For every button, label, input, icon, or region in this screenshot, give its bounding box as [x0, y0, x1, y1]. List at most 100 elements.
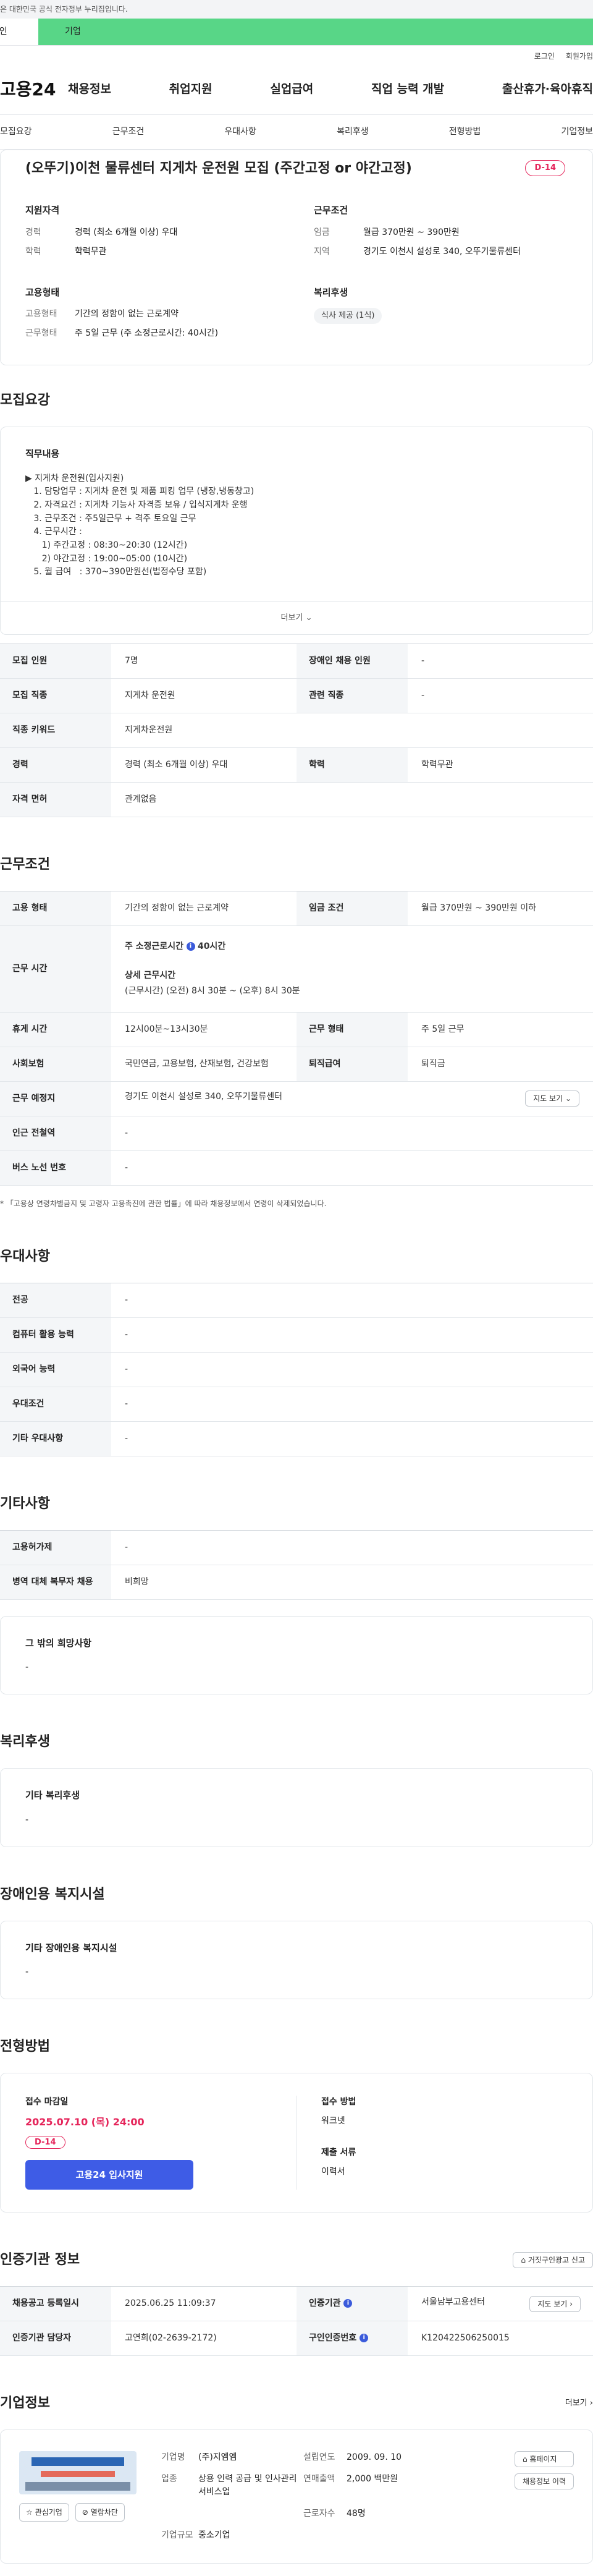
table-header-cell: 퇴직급여: [296, 1047, 408, 1082]
apply-button[interactable]: 고용24 입사지원: [25, 2160, 193, 2190]
table-cell: K120422506250015: [408, 2321, 593, 2356]
table-header-cell: 컴퓨터 활용 능력: [0, 1317, 111, 1353]
favorite-company-button[interactable]: ☆ 관심기업: [19, 2503, 69, 2522]
report-button[interactable]: ⌂ 거짓구인광고 신고: [513, 2251, 593, 2268]
table-header-cell: 근무 시간: [0, 925, 111, 1013]
table-header-cell: 휴게 시간: [0, 1012, 111, 1047]
table-header-cell: 기타 우대사항: [0, 1421, 111, 1456]
section-welfare: 복리후생 기타 복리후생 -: [0, 1732, 593, 1847]
table-cell: -: [111, 1387, 593, 1422]
job-summary-card: (오뚜기)이천 물류센터 지게차 운전원 모집 (주간고정 or 야간고정) D…: [0, 150, 593, 365]
info-icon[interactable]: i: [186, 942, 195, 951]
kv-value: 월급 370만원 ~ 390만원: [363, 227, 460, 237]
disability-card-value: -: [25, 1967, 29, 1977]
signup-link[interactable]: 회원가입: [566, 51, 593, 64]
duty-card: 직무내용 ▶ 지게차 운전원(입사지원) 1. 담당업무 : 지게차 운전 및 …: [0, 427, 593, 635]
section-recruit: 모집요강 직무내용 ▶ 지게차 운전원(입사지원) 1. 담당업무 : 지게차 …: [0, 390, 593, 817]
agency-org-cell: 서울남부고용센터 지도 보기 ›: [408, 2286, 593, 2321]
etc-table: 고용허가제 - 병역 대체 복무자 채용 비희망: [0, 1529, 593, 1600]
tab-business[interactable]: 기업: [38, 19, 593, 45]
homepage-button[interactable]: ⌂ 홈페이지: [514, 2451, 574, 2467]
gnb-item-parental-leave[interactable]: 출산휴가·육아휴직: [502, 80, 593, 98]
more-button[interactable]: 더보기 ⌄: [1, 601, 592, 634]
info-icon[interactable]: i: [343, 2299, 353, 2308]
gnb-item-training[interactable]: 직업 능력 개발: [371, 80, 444, 98]
table-header-cell: 자격 면허: [0, 782, 111, 817]
apply-deadline-block: 접수 마감일 2025.07.10 (목) 24:00 D-14 고용24 입사…: [25, 2096, 296, 2190]
block-company-button[interactable]: ⊘ 열람차단: [75, 2503, 125, 2522]
site-logo[interactable]: 고용24: [0, 77, 68, 103]
summary-welfare-title: 복리후생: [314, 286, 348, 298]
company-header: 기업정보 더보기 ›: [0, 2393, 593, 2413]
logo-shape: [41, 2471, 115, 2477]
anchor-tab-welfare[interactable]: 복리후생: [337, 125, 369, 138]
summary-qual-title: 지원자격: [25, 205, 60, 216]
summary-employment: 고용형태 고용형태 기간의 정함이 없는 근로계약 근무형태 주 5일 근무 (주 …: [25, 286, 277, 347]
anchor-tab-pref[interactable]: 우대사항: [224, 125, 256, 138]
table-row: 컴퓨터 활용 능력 -: [0, 1317, 593, 1353]
info-value: 2009. 09. 10: [347, 2452, 402, 2462]
apply-method-block: 접수 방법 워크넷 제출 서류 이력서: [296, 2096, 568, 2190]
anchor-tab-work[interactable]: 근무조건: [112, 125, 145, 138]
anchor-tab-company[interactable]: 기업정보: [561, 125, 593, 138]
work-place-cell: 경기도 이천시 설성로 340, 오뚜기물류센터 지도 보기 ⌄: [111, 1081, 593, 1116]
gnb-item-unemployment[interactable]: 실업급여: [270, 80, 313, 98]
agency-map-button[interactable]: 지도 보기 ›: [529, 2295, 581, 2312]
section-apply: 전형방법 접수 마감일 2025.07.10 (목) 24:00 D-14 고용…: [0, 2036, 593, 2213]
duty-line: 2. 자격요건 : 지게차 기능사 자격증 보유 / 입식지게차 운행: [25, 499, 248, 510]
header-label: 구인인증번호: [309, 2333, 357, 2343]
company-more-link[interactable]: 더보기 ›: [565, 2397, 593, 2410]
pref-table: 전공 - 컴퓨터 활용 능력 - 외국어 능력 - 우대조건 - 기타 우대사항 -: [0, 1282, 593, 1456]
info-key: 설립연도: [303, 2452, 335, 2462]
info-value: (주)지엠엠: [198, 2452, 237, 2462]
info-value: 2,000 백만원: [347, 2474, 398, 2484]
company-actions: ⌂ 홈페이지 채용정보 이력: [514, 2451, 574, 2542]
table-cell: -: [111, 1421, 593, 1456]
company-logo-area: ☆ 관심기업 ⊘ 열람차단: [19, 2451, 137, 2542]
table-cell: 국민연금, 고용보험, 산재보험, 건강보험: [111, 1047, 296, 1082]
tab-personal[interactable]: 개인: [0, 19, 38, 45]
section-company: 기업정보 더보기 › ☆ 관심기업 ⊘ 열람차단 기업명 (주)지엠엠 설립연도 2…: [0, 2393, 593, 2564]
summary-row: 고용형태 기간의 정함이 없는 근로계약: [25, 308, 277, 321]
section-title: 근무조건: [0, 856, 50, 872]
summary-qualification: 지원자격 경력 경력 (최소 6개월 이상) 우대 학력 학력무관: [25, 203, 277, 265]
table-header-cell: 전공: [0, 1283, 111, 1318]
info-icon[interactable]: i: [360, 2334, 369, 2342]
gnb-item-jobs[interactable]: 채용정보: [68, 80, 111, 98]
home-icon: ⌂: [522, 2455, 528, 2463]
other-jobs-button[interactable]: 채용정보 이력: [514, 2473, 574, 2489]
table-header-cell: 고용 형태: [0, 891, 111, 926]
table-row: 자격 면허 관계없음: [0, 782, 593, 817]
tab-personal-label: 개인: [0, 27, 7, 36]
company-card: ☆ 관심기업 ⊘ 열람차단 기업명 (주)지엠엠 설립연도 2009. 09. 10…: [0, 2429, 593, 2564]
work-table: 고용 형태 기간의 정함이 없는 근로계약 임금 조건 월급 370만원 ~ 390…: [0, 890, 593, 1186]
gnb-item-job-support[interactable]: 취업지원: [169, 80, 212, 98]
logo-shape: [32, 2457, 124, 2466]
hours-main: 주 소정근로시간 i 40시간: [125, 940, 593, 953]
info-key: 근로자수: [303, 2509, 335, 2519]
map-button[interactable]: 지도 보기 ⌄: [525, 1090, 579, 1107]
duty-line: ▶ 지게차 운전원(입사지원): [25, 473, 124, 483]
kv-key: 지역: [314, 246, 330, 257]
anchor-tab-apply[interactable]: 전형방법: [449, 125, 481, 138]
table-cell: -: [111, 1317, 593, 1353]
table-cell: -: [111, 1150, 593, 1186]
work-hours-cell: 주 소정근로시간 i 40시간 상세 근무시간 (근무시간) (오전) 8시 3…: [111, 925, 593, 1013]
login-link[interactable]: 로그인: [534, 51, 555, 64]
section-title: 기타사항: [0, 1495, 50, 1511]
summary-conditions: 근무조건 임금 월급 370만원 ~ 390만원 지역 경기도 이천시 설성로 34…: [314, 203, 565, 265]
hope-card: 그 밖의 희망사항 -: [0, 1615, 593, 1694]
job-header: (오뚜기)이천 물류센터 지게차 운전원 모집 (주간고정 or 야간고정) D…: [25, 154, 565, 182]
section-title: 모집요강: [0, 393, 50, 408]
table-row: 고용허가제 -: [0, 1530, 593, 1565]
info-key: 연매출액: [303, 2474, 335, 2484]
block-label: 열람차단: [90, 2508, 118, 2517]
site-header: 고용24 채용정보 취업지원 실업급여 직업 능력 개발 출산휴가·육아휴직: [0, 64, 593, 115]
anchor-tab-recruit[interactable]: 모집요강: [0, 125, 32, 138]
section-pref: 우대사항 전공 - 컴퓨터 활용 능력 - 외국어 능력 - 우대조건 - 기타 우대사…: [0, 1246, 593, 1456]
section-title: 장애인용 복지시설: [0, 1886, 105, 1902]
table-row: 외국어 능력 -: [0, 1352, 593, 1387]
company-info: 기업명 (주)지엠엠 설립연도 2009. 09. 10 업종 상용 인력 공급 및 …: [161, 2451, 427, 2542]
table-header-cell: 버스 노선 번호: [0, 1150, 111, 1186]
agency-org: 서울남부고용센터: [421, 2297, 486, 2307]
